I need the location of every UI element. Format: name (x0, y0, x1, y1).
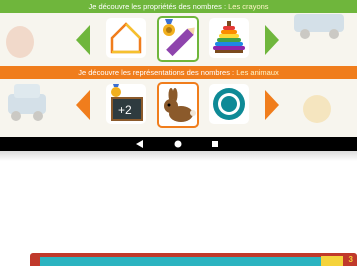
next-arrow-button[interactable] (265, 90, 279, 120)
preview-digit: 3 (348, 255, 353, 264)
app-screen: Je découvre les propriétés des nombres :… (0, 0, 357, 137)
home-icon[interactable] (174, 140, 182, 148)
activity-card-rings[interactable] (209, 18, 249, 58)
activity-card-rabbit[interactable] (157, 82, 199, 128)
circle-icon (213, 88, 245, 120)
preview-badge (321, 256, 343, 266)
next-screen-preview: 3 (30, 253, 357, 266)
system-navigation-bar (0, 137, 357, 151)
recent-apps-icon[interactable] (211, 140, 219, 148)
banner-title: Je découvre les propriétés des nombres : (88, 2, 229, 11)
house-icon (110, 22, 142, 54)
divider-shadow (0, 151, 357, 161)
background-sun-icon (303, 95, 331, 123)
activity-card-house[interactable] (106, 18, 146, 58)
blank-area (0, 161, 357, 266)
banner-number-representations: Je découvre les représentations des nomb… (0, 66, 357, 79)
background-car-icon (8, 84, 46, 121)
stacking-rings-icon (213, 21, 245, 53)
pencil-medal-icon (163, 19, 195, 57)
activity-card-circle[interactable] (209, 84, 249, 124)
banner-subtitle: Les crayons (228, 2, 269, 11)
next-arrow-button[interactable] (265, 25, 279, 55)
banner-subtitle: Les animaux (236, 68, 279, 77)
medal-board-icon: +2 (111, 84, 143, 121)
background-animal-icon (6, 26, 34, 58)
preview-panel (40, 257, 340, 266)
previous-arrow-button[interactable] (76, 90, 90, 120)
svg-text:+2: +2 (118, 103, 132, 117)
banner-title: Je découvre les représentations des nomb… (78, 68, 237, 77)
previous-arrow-button[interactable] (76, 25, 90, 55)
back-icon[interactable] (136, 140, 144, 148)
rabbit-icon (164, 88, 196, 122)
banner-number-properties: Je découvre les propriétés des nombres :… (0, 0, 357, 13)
activity-card-board[interactable]: +2 (106, 84, 146, 124)
activity-card-pencil[interactable] (157, 16, 199, 62)
